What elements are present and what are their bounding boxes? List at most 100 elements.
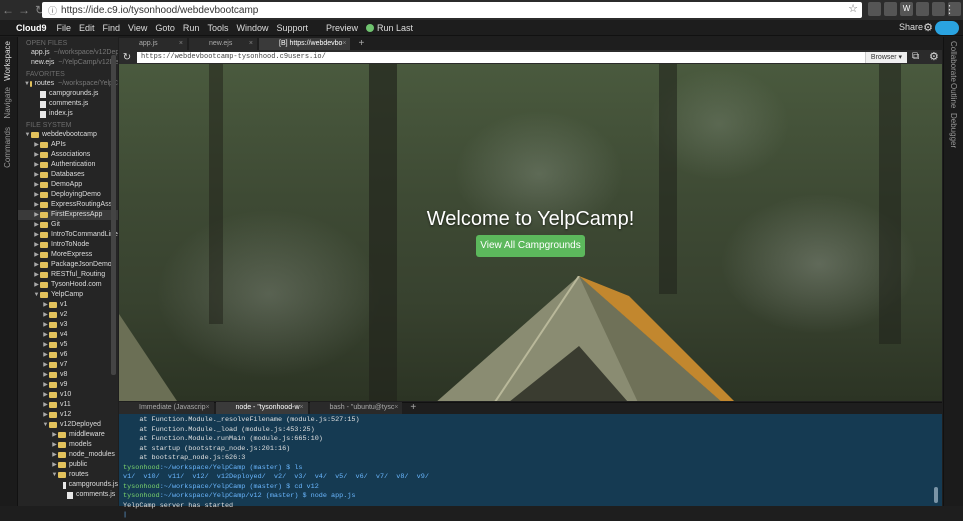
preview-menu[interactable]: Preview bbox=[322, 23, 362, 33]
tree-folder[interactable]: ▶ Git bbox=[18, 220, 118, 230]
terminal-scrollbar[interactable] bbox=[934, 487, 938, 503]
menu-find[interactable]: Find bbox=[99, 23, 125, 33]
close-icon[interactable]: × bbox=[179, 38, 183, 50]
expand-arrow-icon[interactable]: ▶ bbox=[42, 340, 49, 350]
tree-folder[interactable]: ▶ APIs bbox=[18, 140, 118, 150]
new-terminal-plus-icon[interactable]: + bbox=[404, 402, 422, 414]
menu-run[interactable]: Run bbox=[179, 23, 204, 33]
menu-file[interactable]: File bbox=[53, 23, 76, 33]
editor-tab[interactable]: [B] https://webdevbo × bbox=[259, 38, 351, 50]
tree-scrollbar[interactable] bbox=[111, 55, 116, 375]
tree-folder[interactable]: ▼ YelpCamp bbox=[18, 290, 118, 300]
expand-arrow-icon[interactable]: ▶ bbox=[42, 410, 49, 420]
tree-folder[interactable]: ▶ DeployingDemo bbox=[18, 190, 118, 200]
browser-dropdown[interactable]: Browser ▾ bbox=[865, 52, 907, 63]
expand-arrow-icon[interactable]: ▶ bbox=[33, 230, 40, 240]
tree-folder[interactable]: ▶ v2 bbox=[18, 310, 118, 320]
expand-arrow-icon[interactable]: ▶ bbox=[33, 140, 40, 150]
menu-edit[interactable]: Edit bbox=[75, 23, 99, 33]
tree-folder[interactable]: ▶ v7 bbox=[18, 360, 118, 370]
tree-folder[interactable]: ▼ routes ~/workspace/YelpC bbox=[18, 79, 118, 89]
tree-folder[interactable]: ▶ v5 bbox=[18, 340, 118, 350]
expand-arrow-icon[interactable]: ▶ bbox=[33, 190, 40, 200]
tree-folder[interactable]: ▶ RESTful_Routing bbox=[18, 270, 118, 280]
editor-tab[interactable]: new.ejs × bbox=[189, 38, 257, 50]
extension-icon[interactable] bbox=[868, 2, 881, 16]
tree-folder[interactable]: ▶ v8 bbox=[18, 370, 118, 380]
expand-arrow-open-icon[interactable]: ▼ bbox=[24, 130, 31, 140]
terminal-tab[interactable]: node - "tysonhood-w × bbox=[215, 402, 308, 414]
tree-file[interactable]: index.js bbox=[18, 109, 118, 119]
close-icon[interactable]: × bbox=[299, 402, 303, 414]
tree-file[interactable]: campgrounds.js bbox=[18, 89, 118, 99]
editor-tab[interactable]: app.js × bbox=[119, 38, 187, 50]
tree-folder[interactable]: ▶ ExpressRoutingAss bbox=[18, 200, 118, 210]
expand-arrow-icon[interactable]: ▶ bbox=[42, 380, 49, 390]
expand-arrow-icon[interactable]: ▶ bbox=[51, 430, 58, 440]
tree-folder[interactable]: ▶ v10 bbox=[18, 390, 118, 400]
tree-folder[interactable]: ▶ IntroToCommandLine bbox=[18, 230, 118, 240]
tree-folder[interactable]: ▶ IntroToNode bbox=[18, 240, 118, 250]
tree-folder[interactable]: ▶ v6 bbox=[18, 350, 118, 360]
back-icon[interactable]: ← bbox=[0, 2, 16, 18]
tree-folder[interactable]: ▶ v3 bbox=[18, 320, 118, 330]
tree-folder[interactable]: ▶ MoreExpress bbox=[18, 250, 118, 260]
view-all-campgrounds-button[interactable]: View All Campgrounds bbox=[476, 235, 585, 257]
cloud9-brand[interactable]: Cloud9 bbox=[0, 23, 53, 33]
preview-url-input[interactable]: https://webdevbootcamp-tysonhood.c9users… bbox=[137, 52, 882, 63]
tree-folder[interactable]: ▶ Databases bbox=[18, 170, 118, 180]
tree-folder[interactable]: ▶ Associations bbox=[18, 150, 118, 160]
tree-folder[interactable]: ▼ webdevbootcamp bbox=[18, 130, 118, 140]
expand-arrow-icon[interactable]: ▶ bbox=[33, 160, 40, 170]
close-icon[interactable]: × bbox=[249, 38, 253, 50]
expand-arrow-icon[interactable]: ▶ bbox=[51, 460, 58, 470]
expand-arrow-icon[interactable]: ▶ bbox=[51, 450, 58, 460]
terminal-tab[interactable]: Immediate (Javascrip × bbox=[119, 402, 214, 414]
rail-tab-workspace[interactable]: Workspace bbox=[3, 41, 12, 81]
menu-support[interactable]: Support bbox=[272, 23, 312, 33]
expand-arrow-icon[interactable]: ▶ bbox=[42, 370, 49, 380]
open-file-item[interactable]: new.ejs~/YelpCamp/v12Deployed bbox=[18, 58, 118, 68]
forward-icon[interactable]: → bbox=[16, 2, 32, 18]
expand-arrow-icon[interactable]: ▶ bbox=[42, 390, 49, 400]
open-file-item[interactable]: app.js~/workspace/v12Deployed bbox=[18, 48, 118, 58]
expand-arrow-icon[interactable]: ▶ bbox=[51, 440, 58, 450]
menu-tools[interactable]: Tools bbox=[203, 23, 232, 33]
expand-arrow-open-icon[interactable]: ▼ bbox=[51, 470, 58, 480]
expand-arrow-icon[interactable]: ▶ bbox=[33, 250, 40, 260]
browser-menu-icon[interactable]: ⋮ bbox=[944, 3, 955, 16]
terminal-tab[interactable]: bash - "ubuntu@tysc × bbox=[309, 402, 403, 414]
terminal-output[interactable]: at Function.Module._resolveFilename (mod… bbox=[119, 414, 942, 519]
rail-tab-navigate[interactable]: Navigate bbox=[3, 87, 12, 119]
expand-arrow-icon[interactable]: ▶ bbox=[42, 310, 49, 320]
expand-arrow-icon[interactable]: ▶ bbox=[42, 300, 49, 310]
extension-icon[interactable] bbox=[916, 2, 929, 16]
tree-folder[interactable]: ▶ node_modules bbox=[18, 450, 118, 460]
close-icon[interactable]: × bbox=[205, 402, 209, 414]
close-icon[interactable]: × bbox=[394, 402, 398, 414]
address-bar[interactable]: ⓘ https://ide.c9.io/tysonhood/webdevboot… bbox=[42, 2, 862, 18]
tree-folder[interactable]: ▶ public bbox=[18, 460, 118, 470]
menu-view[interactable]: View bbox=[124, 23, 151, 33]
tree-folder[interactable]: ▶ Authentication bbox=[18, 160, 118, 170]
extension-icon[interactable]: W bbox=[900, 2, 913, 16]
tree-folder[interactable]: ▼ routes bbox=[18, 470, 118, 480]
expand-arrow-open-icon[interactable]: ▼ bbox=[33, 290, 40, 300]
expand-arrow-icon[interactable]: ▶ bbox=[33, 260, 40, 270]
close-icon[interactable]: × bbox=[342, 38, 346, 50]
tree-folder[interactable]: ▶ TysonHood.com bbox=[18, 280, 118, 290]
expand-arrow-icon[interactable]: ▶ bbox=[42, 320, 49, 330]
tree-folder[interactable]: ▶ PackageJsonDemo bbox=[18, 260, 118, 270]
cloud-icon[interactable] bbox=[935, 21, 959, 35]
rail-tab-debugger[interactable]: Debugger bbox=[949, 113, 958, 148]
run-last-button[interactable]: Run Last bbox=[366, 23, 413, 33]
menu-goto[interactable]: Goto bbox=[151, 23, 179, 33]
rail-tab-commands[interactable]: Commands bbox=[3, 127, 12, 168]
expand-arrow-icon[interactable]: ▶ bbox=[33, 280, 40, 290]
expand-arrow-icon[interactable]: ▶ bbox=[33, 200, 40, 210]
tree-folder[interactable]: ▶ middleware bbox=[18, 430, 118, 440]
tree-file[interactable]: comments.js bbox=[18, 490, 118, 500]
extension-icon[interactable] bbox=[884, 2, 897, 16]
bookmark-star-icon[interactable]: ☆ bbox=[848, 2, 858, 15]
rail-tab-collaborate[interactable]: Collaborate bbox=[949, 41, 958, 82]
